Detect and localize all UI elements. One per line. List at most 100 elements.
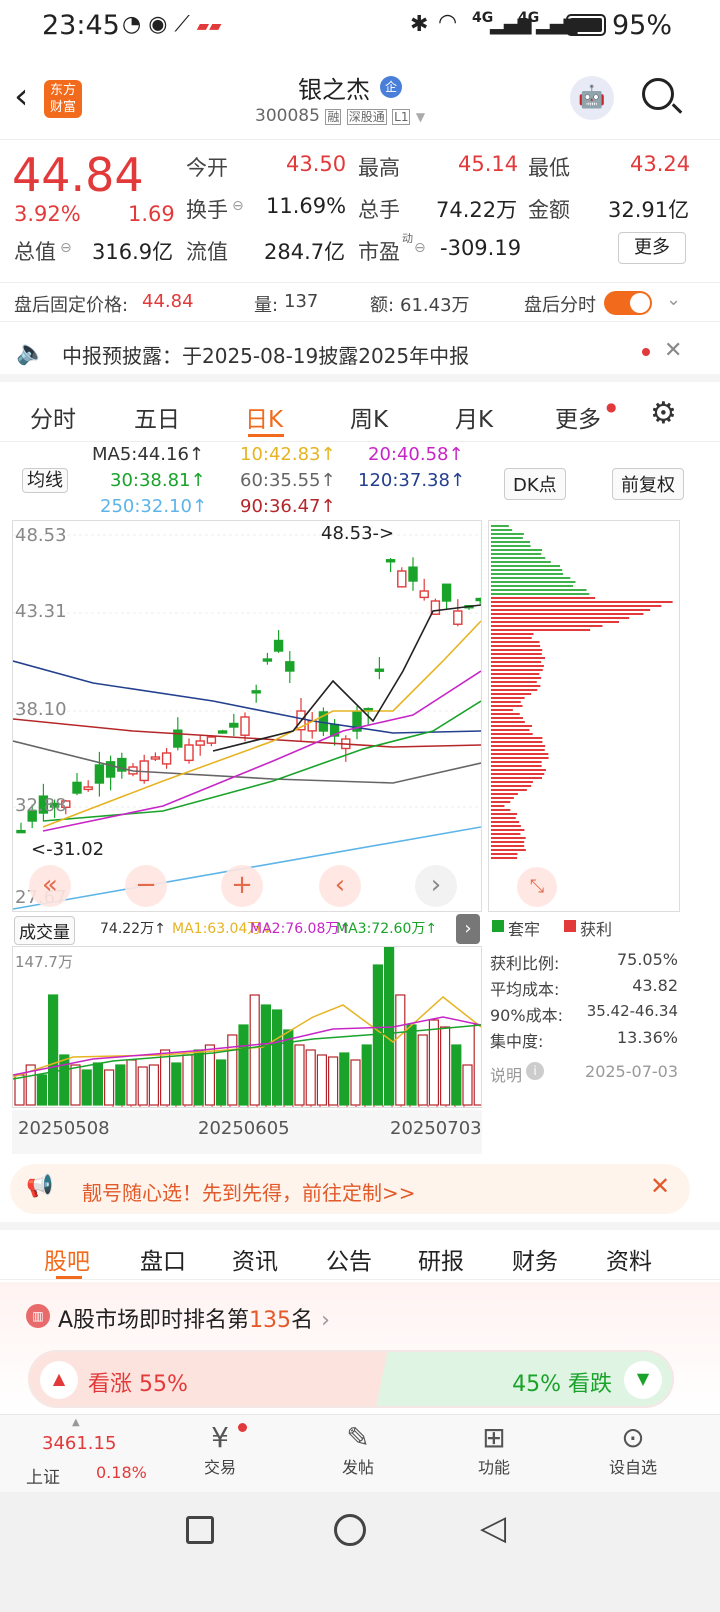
chip-bar bbox=[491, 717, 523, 719]
tab-forum[interactable]: 股吧 bbox=[44, 1242, 90, 1276]
after-hours-amt-label: 额: bbox=[370, 295, 395, 316]
profit-label: 获利 bbox=[580, 920, 613, 939]
volume-chart[interactable]: 147.7万 bbox=[12, 946, 482, 1108]
current-price: 44.84 bbox=[12, 148, 144, 202]
up-arrow-icon[interactable]: ▲ bbox=[40, 1361, 78, 1399]
tab-research[interactable]: 研报 bbox=[418, 1242, 464, 1276]
nav-watchlist[interactable]: ⊙ 设自选 bbox=[598, 1421, 668, 1478]
tab-profile[interactable]: 资料 bbox=[606, 1242, 652, 1276]
nav-trade[interactable]: ¥ 交易 bbox=[190, 1421, 250, 1478]
tab-orderbook[interactable]: 盘口 bbox=[140, 1242, 186, 1276]
profit-swatch bbox=[564, 920, 576, 932]
rank-text[interactable]: A股市场即时排名第135名 › bbox=[58, 1302, 330, 1334]
zoom-in-icon[interactable]: + bbox=[221, 865, 263, 907]
chip-bar bbox=[491, 777, 542, 779]
prev-icon[interactable]: ‹ bbox=[319, 865, 361, 907]
tab-monthly-k[interactable]: 月K bbox=[455, 400, 493, 434]
volume-bar bbox=[428, 1019, 439, 1106]
nav-post[interactable]: ✎ 发帖 bbox=[328, 1421, 388, 1478]
vote-up-fill[interactable] bbox=[30, 1352, 392, 1406]
notice-bar[interactable]: 🔈 中报预披露：于2025-08-19披露2025年中报 ✕ bbox=[0, 326, 720, 382]
dropdown-icon[interactable]: ▼ bbox=[416, 110, 425, 124]
volume-bar bbox=[249, 994, 260, 1106]
tab-five-day[interactable]: 五日 bbox=[134, 400, 180, 434]
section-tabs: 股吧 盘口 资讯 公告 研报 财务 资料 bbox=[0, 1222, 720, 1280]
collapse-arrow-icon[interactable]: › bbox=[456, 914, 480, 944]
ma90-value: 90:36.47↑ bbox=[240, 496, 336, 517]
tab-announcements[interactable]: 公告 bbox=[326, 1242, 372, 1276]
chip-bar bbox=[491, 797, 514, 799]
back-nav-icon[interactable]: ◁ bbox=[480, 1508, 506, 1548]
concentration-label: 集中度: bbox=[490, 1032, 544, 1051]
nav-functions[interactable]: ⊞ 功能 bbox=[464, 1421, 524, 1478]
company-badge: 企 bbox=[380, 76, 402, 98]
profit-ratio-value: 75.05% bbox=[616, 950, 678, 969]
volume-selector[interactable]: 成交量 bbox=[14, 916, 75, 945]
info-icon[interactable]: ⊖ bbox=[232, 198, 244, 214]
candle-body bbox=[161, 752, 172, 765]
cost-90-label: 90%成本: bbox=[490, 1006, 563, 1025]
down-arrow-icon[interactable]: ▼ bbox=[624, 1361, 662, 1399]
pe-sup: 动 bbox=[402, 232, 413, 245]
tab-more[interactable]: 更多 bbox=[555, 400, 601, 434]
chip-distribution[interactable]: ⤡ bbox=[488, 520, 680, 912]
chip-bar bbox=[491, 561, 551, 563]
back-icon[interactable]: ‹ bbox=[14, 76, 28, 117]
max-price-label: 48.53-> bbox=[321, 523, 395, 544]
volume-svg bbox=[13, 947, 481, 1107]
search-icon[interactable] bbox=[642, 78, 683, 114]
chevron-down-icon[interactable]: ⌄ bbox=[666, 289, 681, 310]
chip-bar bbox=[491, 617, 630, 619]
amount-label: 金额 bbox=[528, 198, 570, 222]
settings-gear-icon[interactable]: ⚙ bbox=[650, 396, 677, 431]
chip-bar bbox=[491, 701, 521, 703]
after-hours-toggle[interactable] bbox=[604, 291, 652, 315]
chip-bar bbox=[491, 793, 518, 795]
trade-dot bbox=[238, 1423, 247, 1432]
note-label[interactable]: 说明 bbox=[490, 1062, 522, 1086]
tab-intraday[interactable]: 分时 bbox=[30, 400, 76, 434]
chip-bar bbox=[491, 613, 644, 615]
close-icon[interactable]: ✕ bbox=[664, 338, 682, 363]
pe-info-icon[interactable]: ⊖ bbox=[414, 240, 426, 256]
ma-selector[interactable]: 均线 bbox=[18, 468, 72, 494]
volume-bar bbox=[59, 1054, 70, 1106]
next-icon[interactable]: › bbox=[415, 865, 457, 907]
sentiment-panel: ▥ A股市场即时排名第135名 › ▲ 看涨 55% 45% 看跌 ▼ bbox=[0, 1282, 720, 1414]
info-icon[interactable]: i bbox=[526, 1062, 544, 1080]
promo-banner[interactable]: 📢 靓号随心选！先到先得，前往定制>> ✕ bbox=[10, 1164, 690, 1214]
home-icon[interactable] bbox=[334, 1514, 366, 1546]
date-label-3: 20250703 bbox=[390, 1118, 482, 1139]
ma20-value: 20:40.58↑ bbox=[368, 444, 464, 465]
close-icon[interactable]: ✕ bbox=[650, 1172, 670, 1200]
expand-icon[interactable]: ⤡ bbox=[517, 867, 557, 907]
chip-svg bbox=[491, 525, 673, 859]
chip-bar bbox=[491, 729, 530, 731]
mcap-info-icon[interactable]: ⊖ bbox=[60, 240, 72, 256]
more-button[interactable]: 更多 bbox=[618, 232, 686, 264]
kline-chart[interactable]: 48.53 43.31 38.10 32.88 27.67 48.53-> <-… bbox=[12, 520, 482, 912]
tab-finance[interactable]: 财务 bbox=[512, 1242, 558, 1276]
volume-bar bbox=[36, 1074, 47, 1106]
zoom-out-icon[interactable]: − bbox=[125, 865, 167, 907]
tab-daily-k[interactable]: 日K bbox=[245, 400, 283, 434]
tab-weekly-k[interactable]: 周K bbox=[350, 400, 388, 434]
adjust-button[interactable]: 前复权 bbox=[612, 468, 684, 500]
chip-bar bbox=[491, 545, 531, 547]
chip-bar bbox=[491, 693, 532, 695]
chip-bar bbox=[491, 805, 505, 807]
volume-value: 74.22万↑ bbox=[100, 921, 166, 937]
robot-assistant-icon[interactable]: 🤖 bbox=[570, 76, 614, 120]
volume-bar bbox=[361, 1044, 372, 1106]
rewind-icon[interactable]: « bbox=[29, 865, 71, 907]
concentration-value: 13.36% bbox=[616, 1028, 678, 1047]
tab-news[interactable]: 资讯 bbox=[232, 1242, 278, 1276]
recents-icon[interactable] bbox=[186, 1516, 214, 1544]
dk-button[interactable]: DK点 bbox=[504, 468, 566, 500]
after-hours-vol-label: 量: bbox=[254, 295, 279, 316]
volume-legend: 成交量 74.22万↑ MA1:63.04万↓ MA2:76.08万↑ MA3:… bbox=[12, 914, 482, 945]
stock-header: ‹ 东方 财富 银之杰 企 300085 融 深股通 L1 ▼ 🤖 bbox=[0, 56, 720, 140]
ma120-value: 120:37.38↑ bbox=[358, 470, 466, 491]
chip-bar bbox=[491, 825, 521, 827]
ranking-icon: ▥ bbox=[26, 1304, 50, 1328]
